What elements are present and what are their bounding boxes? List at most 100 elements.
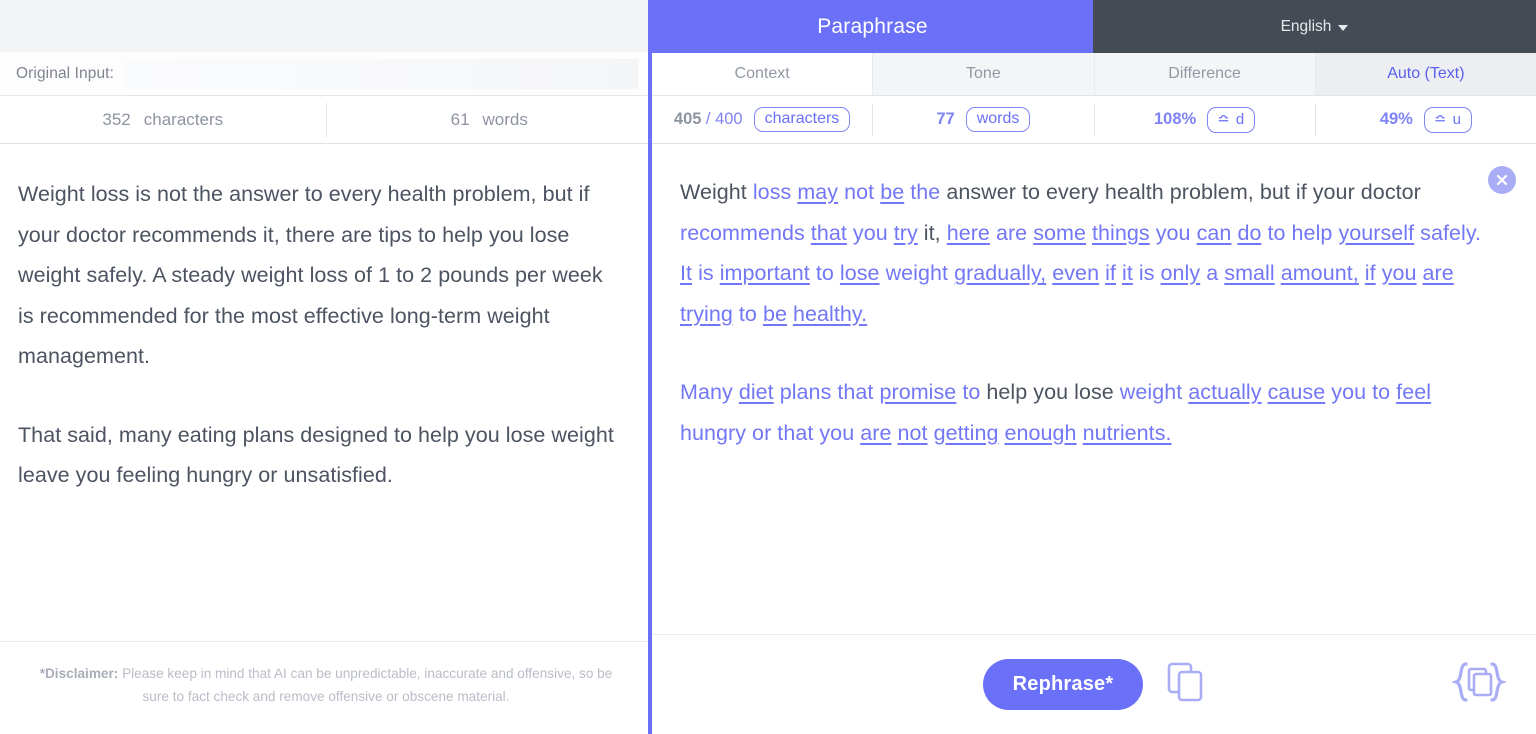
output-token: healthy.: [793, 301, 868, 326]
tab-tone[interactable]: Tone: [873, 53, 1095, 95]
original-input-field[interactable]: [126, 58, 638, 89]
language-selector-label: English: [1280, 17, 1332, 35]
output-token: to: [962, 380, 987, 404]
output-token: some: [1033, 220, 1086, 245]
output-token: plans that: [779, 380, 880, 404]
output-token: that: [810, 220, 847, 245]
tab-auto-text-label: Auto (Text): [1387, 65, 1465, 82]
output-token: if: [1364, 261, 1376, 285]
close-icon[interactable]: [1488, 166, 1516, 194]
output-token: weight: [885, 261, 955, 285]
output-token: you to: [1331, 380, 1397, 404]
paraphrase-actions: Rephrase*: [652, 634, 1536, 734]
output-token: small: [1224, 261, 1275, 285]
output-paragraph-1: Weight loss may not be the answer to eve…: [680, 172, 1496, 334]
output-token: amount,: [1280, 261, 1359, 285]
copy-icon[interactable]: [1167, 662, 1205, 707]
unique-badge[interactable]: ≏ u: [1423, 106, 1472, 133]
tab-context-label: Context: [734, 65, 790, 82]
paraphrase-word-stat: 77 words: [872, 103, 1093, 136]
paraphrase-character-stat: 405 / 400 characters: [652, 107, 872, 132]
output-token: Many: [680, 380, 739, 404]
paraphrase-header: Paraphrase English: [652, 0, 1536, 53]
output-token: you: [1381, 261, 1417, 285]
rephrase-button[interactable]: Rephrase*: [982, 659, 1144, 710]
paraphrase-output-area[interactable]: Weight loss may not be the answer to eve…: [652, 144, 1536, 634]
unique-value: 49%: [1379, 110, 1413, 128]
tab-difference[interactable]: Difference: [1094, 53, 1316, 95]
left-stats-row: 352 characters 61 words: [0, 96, 652, 144]
output-token: are: [860, 420, 892, 445]
output-token: trying: [680, 301, 733, 326]
output-token: it,: [917, 220, 947, 245]
disclaimer-body: Please keep in mind that AI can be unpre…: [118, 666, 613, 704]
output-token: is: [698, 261, 720, 285]
output-token: are: [1422, 261, 1454, 285]
paraphrase-tool-app: Original Input: 352 characters 61 words …: [0, 0, 1536, 734]
output-token: it: [1122, 261, 1133, 285]
braces-copy-icon[interactable]: [1450, 660, 1508, 709]
output-token: not: [844, 180, 881, 204]
tab-difference-label: Difference: [1168, 65, 1241, 82]
output-token: be: [762, 301, 787, 326]
tab-auto-text[interactable]: Auto (Text): [1315, 53, 1536, 95]
output-token: nutrients.: [1082, 420, 1172, 445]
original-text-area[interactable]: Weight loss is not the answer to every h…: [0, 144, 652, 641]
left-character-count-value: 352: [102, 109, 131, 129]
output-token: a: [1206, 261, 1225, 285]
difference-value: 108%: [1153, 110, 1197, 128]
disclaimer-text: *Disclaimer: Please keep in mind that AI…: [36, 662, 616, 708]
output-token: gradually,: [954, 261, 1047, 285]
left-word-count-unit: words: [482, 109, 528, 129]
primary-actions: Rephrase*: [652, 659, 1536, 710]
disclaimer-section: *Disclaimer: Please keep in mind that AI…: [0, 641, 652, 734]
language-selector[interactable]: English: [1093, 0, 1536, 53]
output-token: yourself: [1338, 220, 1415, 245]
output-token: do: [1237, 220, 1262, 245]
output-token: not: [897, 420, 928, 445]
output-token: may: [797, 180, 839, 204]
output-token: promise: [879, 380, 957, 404]
output-token: important: [719, 261, 810, 285]
left-character-count-unit: characters: [143, 109, 224, 129]
output-token: Weight: [680, 180, 753, 204]
output-paragraph-2: Many diet plans that promise to help you…: [680, 372, 1496, 453]
output-token: here: [946, 220, 990, 245]
word-count-value: 77: [936, 110, 955, 128]
output-token: hungry or that you: [680, 420, 861, 445]
output-token: you: [852, 220, 894, 245]
output-token: answer to every health problem, but if y…: [946, 180, 1421, 204]
original-input-label: Original Input:: [16, 64, 114, 82]
original-input-row: Original Input:: [0, 52, 652, 96]
left-character-count: 352 characters: [0, 110, 326, 130]
original-paragraph-2: That said, many eating plans designed to…: [18, 422, 614, 488]
left-word-count: 61 words: [325, 102, 653, 137]
output-token: be: [880, 180, 905, 204]
output-token: to: [815, 261, 840, 285]
paraphrase-panel: Paraphrase English Context Tone Differen…: [652, 0, 1536, 734]
output-token: can: [1196, 220, 1232, 245]
words-badge[interactable]: words: [965, 107, 1031, 132]
output-token: you: [1155, 220, 1191, 245]
paraphrase-title: Paraphrase: [652, 0, 1093, 53]
output-token: recommends: [680, 220, 811, 245]
output-token: enough: [1004, 420, 1077, 445]
output-token: things: [1092, 220, 1150, 245]
output-token: It: [680, 261, 693, 285]
output-token: getting: [933, 420, 999, 445]
left-word-count-value: 61: [450, 109, 470, 129]
characters-badge[interactable]: characters: [753, 107, 851, 132]
original-input-panel: Original Input: 352 characters 61 words …: [0, 0, 652, 734]
paraphrase-difference-stat: 108% ≏ d: [1093, 103, 1315, 136]
left-top-bar: [0, 0, 652, 52]
output-token: safely.: [1420, 220, 1482, 245]
chevron-down-icon: [1338, 24, 1349, 31]
paraphrase-unique-stat: 49% ≏ u: [1314, 103, 1536, 136]
output-token: to help: [1267, 220, 1339, 245]
tab-context[interactable]: Context: [652, 53, 874, 95]
disclaimer-label: *Disclaimer:: [39, 666, 119, 681]
output-token: if: [1105, 261, 1116, 285]
difference-badge[interactable]: ≏ d: [1207, 106, 1256, 133]
character-count-limit: / 400: [705, 110, 743, 128]
output-token: loss: [752, 180, 798, 204]
